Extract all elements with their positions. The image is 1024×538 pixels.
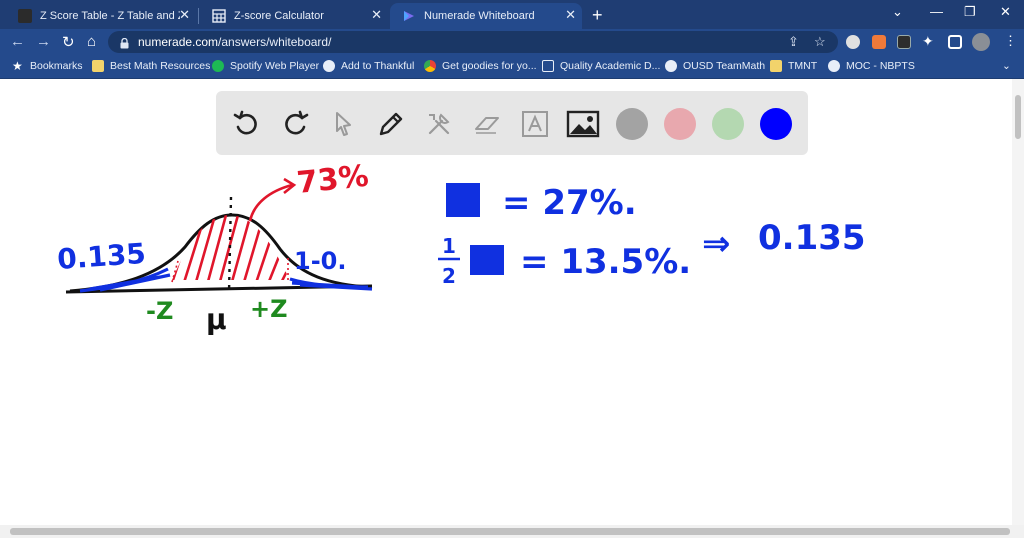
close-icon[interactable]: ✕ bbox=[179, 7, 190, 23]
numerade-icon bbox=[402, 9, 416, 23]
star-icon[interactable]: ☆ bbox=[814, 34, 826, 50]
extension-icon-3[interactable] bbox=[897, 35, 911, 49]
globe-icon bbox=[665, 60, 677, 72]
chevron-down-icon[interactable]: ⌄ bbox=[1002, 60, 1011, 72]
new-tab-button[interactable]: + bbox=[592, 5, 603, 26]
tab-separator bbox=[198, 8, 199, 24]
extension-icon-1[interactable] bbox=[846, 35, 860, 49]
equation-1: = 27%. bbox=[502, 183, 637, 223]
url-text: numerade.com/answers/whiteboard/ bbox=[138, 35, 331, 49]
fraction-numerator: 1 bbox=[442, 234, 456, 258]
address-bar[interactable]: numerade.com/answers/whiteboard/ ⇪ ☆ bbox=[108, 31, 838, 53]
shaded-middle-region bbox=[172, 215, 290, 280]
bookmark-add-to-thankful[interactable]: Add to Thankful bbox=[323, 60, 414, 72]
thankful-icon bbox=[323, 60, 335, 72]
url-host: numerade.com bbox=[138, 35, 219, 49]
tab-strip: Z Score Table - Z Table and Z sco ✕ Z-sc… bbox=[0, 0, 1024, 29]
forward-icon[interactable]: → bbox=[36, 33, 51, 50]
label-neg-z: -Z bbox=[146, 297, 173, 325]
browser-toolbar: ← → ↻ ⌂ numerade.com/answers/whiteboard/… bbox=[0, 29, 1024, 55]
minimize-icon[interactable]: — bbox=[930, 4, 943, 19]
doc-icon bbox=[542, 60, 554, 72]
label-right-tail: 1-0. bbox=[294, 247, 346, 275]
handwriting-layer: 73% 0.135 1-0. -Z μ +Z = 27%. 1 2 = 13.5… bbox=[56, 159, 866, 336]
wordpress-icon bbox=[828, 60, 840, 72]
bookmark-quality-academic[interactable]: Quality Academic D... bbox=[542, 60, 660, 72]
bookmarks-bar: ★ Bookmarks Best Math Resources Spotify W… bbox=[0, 55, 1024, 79]
extension-icon-2[interactable] bbox=[872, 35, 886, 49]
bookmark-spotify[interactable]: Spotify Web Player bbox=[212, 60, 319, 72]
bookmark-ousd-teammath[interactable]: OUSD TeamMath bbox=[665, 60, 765, 72]
label-mu: μ bbox=[206, 303, 227, 336]
label-73-percent: 73% bbox=[295, 159, 370, 201]
close-icon[interactable]: ✕ bbox=[565, 7, 576, 23]
horizontal-scrollbar[interactable] bbox=[0, 525, 1024, 538]
label-left-tail: 0.135 bbox=[56, 237, 147, 276]
sidebar-icon[interactable] bbox=[948, 35, 962, 49]
menu-icon[interactable]: ⋮ bbox=[1004, 33, 1017, 49]
chevron-down-icon[interactable]: ⌄ bbox=[892, 4, 903, 20]
star-icon: ★ bbox=[12, 59, 23, 73]
label-pos-z: +Z bbox=[250, 295, 288, 323]
tab-numerade-whiteboard[interactable]: Numerade Whiteboard ✕ bbox=[390, 3, 582, 29]
url-path: /answers/whiteboard/ bbox=[218, 35, 332, 49]
window-close-icon[interactable]: ✕ bbox=[1000, 4, 1011, 20]
back-icon[interactable]: ← bbox=[10, 33, 25, 50]
scroll-thumb[interactable] bbox=[1015, 95, 1021, 139]
tab-title: Numerade Whiteboard bbox=[424, 10, 535, 22]
bookmark-get-goodies[interactable]: Get goodies for yo... bbox=[424, 60, 537, 72]
result-value: 0.135 bbox=[758, 218, 866, 258]
calculator-icon bbox=[212, 9, 226, 23]
bookmark-bookmarks[interactable]: ★ Bookmarks bbox=[12, 60, 83, 72]
shaded-square-2 bbox=[470, 245, 504, 275]
avatar[interactable] bbox=[972, 33, 990, 51]
scroll-thumb[interactable] bbox=[10, 528, 1010, 535]
folder-icon bbox=[92, 60, 104, 72]
chrome-icon bbox=[424, 60, 436, 72]
share-icon[interactable]: ⇪ bbox=[788, 34, 799, 50]
tab-title: Z-score Calculator bbox=[234, 10, 324, 22]
tab-title: Z Score Table - Z Table and Z sco bbox=[40, 10, 180, 22]
tab-z-score-table[interactable]: Z Score Table - Z Table and Z sco ✕ bbox=[6, 3, 196, 29]
restore-icon[interactable]: ❐ bbox=[964, 4, 976, 20]
folder-icon bbox=[770, 60, 782, 72]
home-icon[interactable]: ⌂ bbox=[87, 33, 96, 50]
bookmark-tmnt[interactable]: TMNT bbox=[770, 60, 817, 72]
z-table-favicon bbox=[18, 9, 32, 23]
reload-icon[interactable]: ↻ bbox=[62, 33, 75, 51]
spotify-icon bbox=[212, 60, 224, 72]
shaded-square-1 bbox=[446, 183, 480, 217]
lock-icon bbox=[120, 36, 129, 49]
equation-2: = 13.5%. bbox=[520, 242, 691, 282]
tab-z-score-calculator[interactable]: Z-score Calculator ✕ bbox=[200, 3, 388, 29]
close-icon[interactable]: ✕ bbox=[371, 7, 382, 23]
vertical-scrollbar[interactable] bbox=[1012, 79, 1024, 525]
fraction-denominator: 2 bbox=[442, 264, 456, 288]
puzzle-icon[interactable]: ✦ bbox=[922, 33, 934, 50]
implies-arrow: ⇒ bbox=[702, 224, 731, 264]
bookmark-moc-nbpts[interactable]: MOC - NBPTS bbox=[828, 60, 915, 72]
bookmark-best-math-resources[interactable]: Best Math Resources bbox=[92, 60, 210, 72]
